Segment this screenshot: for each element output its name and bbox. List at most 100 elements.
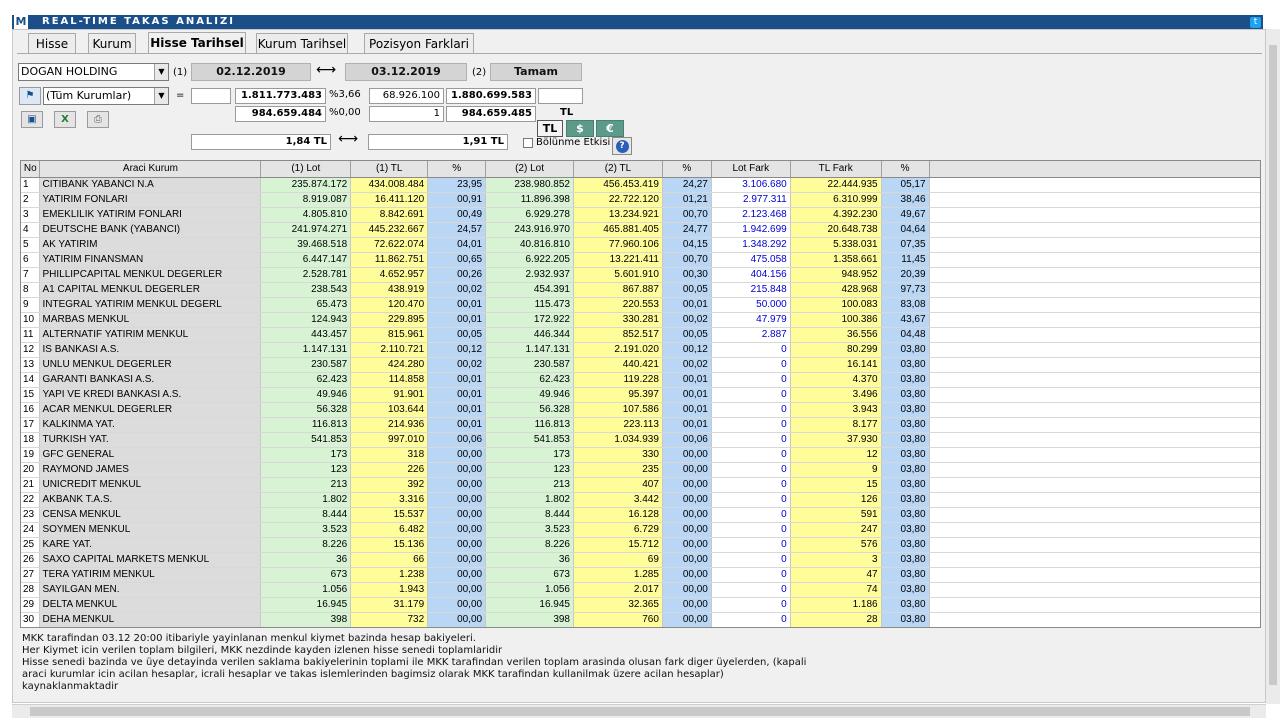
institution-select[interactable]: (Tüm Kurumlar) ▼ [43,87,169,105]
col-header-tl2[interactable]: (2) TL [573,161,663,178]
scroll-thumb[interactable] [30,707,1250,716]
bolunme-checkbox[interactable] [523,138,533,148]
table-row[interactable]: 21 UNICREDIT MENKUL 213 392 00,00 213 407 00,00… [21,477,1260,493]
table-cell: 318 [350,447,429,463]
chevron-down-icon[interactable]: ▼ [154,64,168,80]
table-row[interactable]: 23 CENSA MENKUL 8.444 15.537 00,00 8.444 16.12… [21,507,1260,523]
table-cell: GARANTI BANKASI A.S. [39,372,262,388]
table-cell: 00,30 [662,267,712,283]
help-button[interactable]: ? [612,137,632,155]
date2-field[interactable]: 03.12.2019 [345,63,467,81]
table-row[interactable]: 1 CITIBANK YABANCI N.A 235.874.172 434.008.… [21,177,1260,193]
table-cell: 00,65 [427,252,487,268]
scroll-thumb[interactable] [1269,45,1277,685]
table-row[interactable]: 13 UNLU MENKUL DEGERLER 230.587 424.280 00,0… [21,357,1260,373]
table-cell: 0 [711,357,791,373]
table-cell: 00,00 [427,492,487,508]
vertical-scrollbar[interactable] [1266,29,1280,704]
table-cell: 03,80 [881,567,930,583]
table-row[interactable]: 27 TERA YATIRIM MENKUL 673 1.238 00,00 673 1.2… [21,567,1260,583]
table-cell-filler [929,507,1260,523]
table-cell: 100.083 [790,297,882,313]
table-row[interactable]: 15 YAPI VE KREDI BANKASI A.S. 49.946 91.901… [21,387,1260,403]
table-row[interactable]: 3 EMEKLILIK YATIRIM FONLARI 4.805.810 8.842… [21,207,1260,223]
table-row[interactable]: 12 IS BANKASI A.S. 1.147.131 2.110.721 00,12… [21,342,1260,358]
table-cell: 24,77 [662,222,712,238]
tab-kurum[interactable]: Kurum [88,33,136,54]
currency-eur-button[interactable]: € [596,120,624,137]
table-row[interactable]: 8 A1 CAPITAL MENKUL DEGERLER 238.543 438.91… [21,282,1260,298]
table-cell: 00,70 [662,252,712,268]
table-cell: 6.929.278 [485,207,574,223]
table-cell: 3.106.680 [711,177,791,193]
chevron-down-icon[interactable]: ▼ [154,88,168,104]
table-row[interactable]: 28 SAYILGAN MEN. 1.056 1.943 00,00 1.056 2.017… [21,582,1260,598]
table-cell: 214.936 [350,417,429,433]
table-row[interactable]: 5 AK YATIRIM 39.468.518 72.622.074 04,01 40.8… [21,237,1260,253]
date1-field[interactable]: 02.12.2019 [191,63,311,81]
table-cell: 0 [711,477,791,493]
tab-hisse-tarihsel[interactable]: Hisse Tarihsel [148,32,246,54]
table-cell-filler [929,432,1260,448]
horizontal-scrollbar[interactable] [12,704,1266,718]
col-header-tl-fark[interactable]: TL Fark [790,161,882,178]
tab-hisse[interactable]: Hisse [28,33,76,54]
table-row[interactable]: 9 INTEGRAL YATIRIM MENKUL DEGERL 65.473 120… [21,297,1260,313]
col-header-no[interactable]: No [21,161,41,178]
col-header-tl1[interactable]: (1) TL [350,161,429,178]
table-row[interactable]: 7 PHILLIPCAPITAL MENKUL DEGERLER 2.528.781… [21,267,1260,283]
table-cell: 00,00 [427,612,487,627]
table-row[interactable]: 2 YATIRIM FONLARI 8.919.087 16.411.120 00,91… [21,192,1260,208]
table-row[interactable]: 16 ACAR MENKUL DEGERLER 56.328 103.644 00,01… [21,402,1260,418]
excel-icon[interactable]: X [54,111,76,128]
table-row[interactable]: 14 GARANTI BANKASI A.S. 62.423 114.858 00,01… [21,372,1260,388]
table-cell: 17 [21,417,41,433]
table-cell: 03,80 [881,372,930,388]
table-row[interactable]: 25 KARE YAT. 8.226 15.136 00,00 8.226 15.712 00… [21,537,1260,553]
row1-extra [538,88,583,104]
table-row[interactable]: 29 DELTA MENKUL 16.945 31.179 00,00 16.945 32.… [21,597,1260,613]
stock-select[interactable]: DOGAN HOLDING ▼ [18,63,169,81]
table-row[interactable]: 26 SAXO CAPITAL MARKETS MENKUL 36 66 00,00 36… [21,552,1260,568]
table-cell: 173 [260,447,352,463]
col-header-lot-fark[interactable]: Lot Fark [711,161,791,178]
table-row[interactable]: 20 RAYMOND JAMES 123 226 00,00 123 235 00,00 0 9 0… [21,462,1260,478]
table-row[interactable]: 6 YATIRIM FINANSMAN 6.447.147 11.862.751 00,… [21,252,1260,268]
currency-tl-button[interactable]: TL [537,120,563,137]
save-icon[interactable]: ▣ [21,111,43,128]
table-cell: 00,00 [662,537,712,553]
table-cell: 19 [21,447,41,463]
table-cell: 100.386 [790,312,882,328]
currency-usd-button[interactable]: $ [566,120,594,137]
table-row[interactable]: 17 KALKINMA YAT. 116.813 214.936 00,01 116.81… [21,417,1260,433]
ok-button[interactable]: Tamam [490,63,582,81]
table-row[interactable]: 18 TURKISH YAT. 541.853 997.010 00,06 541.853… [21,432,1260,448]
tab-pozisyon-farklari[interactable]: Pozisyon Farklari [364,33,474,54]
table-cell: 12 [21,342,41,358]
table-row[interactable]: 24 SOYMEN MENKUL 3.523 6.482 00,00 3.523 6.729… [21,522,1260,538]
table-row[interactable]: 4 DEUTSCHE BANK (YABANCI) 241.974.271 445.2… [21,222,1260,238]
table-row[interactable]: 19 GFC GENERAL 173 318 00,00 173 330 00,00 0 12 03… [21,447,1260,463]
table-cell: 00,00 [427,447,487,463]
data-grid[interactable]: No Araci Kurum (1) Lot (1) TL % (2) Lot … [20,160,1261,628]
table-cell: 74 [790,582,882,598]
table-row[interactable]: 22 AKBANK T.A.S. 1.802 3.316 00,00 1.802 3.442… [21,492,1260,508]
col-header-pct-fark[interactable]: % [881,161,930,178]
table-cell: 00,00 [427,507,487,523]
table-row[interactable]: 11 ALTERNATIF YATIRIM MENKUL 443.457 815.96… [21,327,1260,343]
col-header-broker[interactable]: Araci Kurum [39,161,262,178]
table-cell: 00,12 [662,342,712,358]
col-header-lot1[interactable]: (1) Lot [260,161,352,178]
table-cell: 14 [21,372,41,388]
table-cell: 3.316 [350,492,429,508]
tab-kurum-tarihsel[interactable]: Kurum Tarihsel [256,33,348,54]
filter-input[interactable] [191,88,231,104]
print-icon[interactable]: ⎙ [87,111,109,128]
col-header-pct1[interactable]: % [427,161,487,178]
col-header-lot2[interactable]: (2) Lot [485,161,574,178]
institution-icon[interactable]: ⚑ [19,87,41,105]
table-row[interactable]: 30 DEHA MENKUL 398 732 00,00 398 760 00,00 0 28 03… [21,612,1260,627]
table-row[interactable]: 10 MARBAS MENKUL 124.943 229.895 00,01 172.92… [21,312,1260,328]
col-header-pct2[interactable]: % [662,161,712,178]
twitter-icon[interactable]: t [1250,17,1261,28]
